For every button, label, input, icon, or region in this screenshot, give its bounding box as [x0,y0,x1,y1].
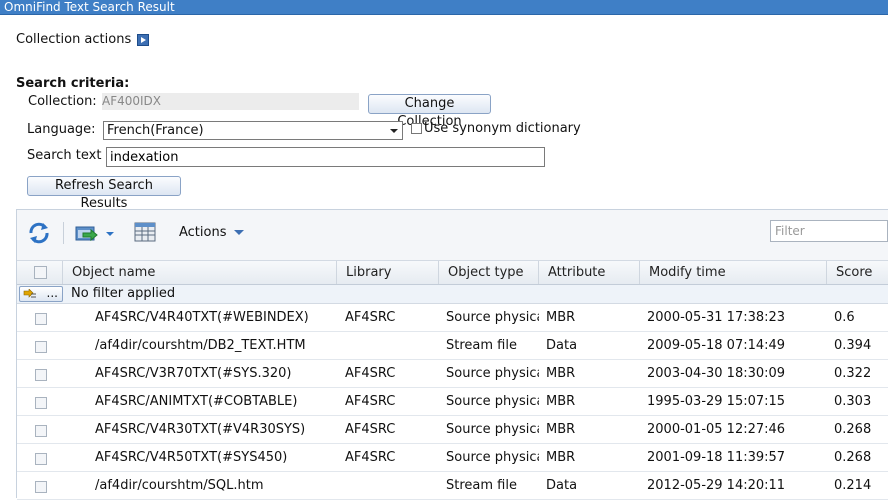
column-header-object-name[interactable]: Object name [62,261,336,284]
library-cell: AF4SRC [345,366,396,381]
synonym-label: Use synonym dictionary [424,121,581,136]
actions-label: Actions [179,225,227,240]
column-header-library[interactable]: Library [336,261,438,284]
collection-actions-arrow-icon[interactable] [137,33,150,46]
object-type-cell: Source physica [446,366,539,381]
object-name-cell: AF4SRC/V4R50TXT(#SYS450) [95,450,288,465]
search-criteria-title: Search criteria: [16,76,130,91]
collection-actions-label: Collection actions [16,32,132,47]
score-cell: 0.394 [834,338,872,353]
column-header-attribute[interactable]: Attribute [538,261,639,284]
attribute-cell: Data [546,478,578,493]
attribute-cell: MBR [546,366,576,381]
object-name-cell: AF4SRC/V3R70TXT(#SYS.320) [95,366,292,381]
object-name-cell: /af4dir/courshtm/SQL.htm [95,478,264,493]
row-checkbox[interactable] [35,341,47,353]
table-row[interactable]: AF4SRC/V4R30TXT(#V4R30SYS) AF4SRC Source p… [17,416,888,444]
search-text-label: Search text [27,148,102,163]
modify-time-cell: 1995-03-29 15:07:15 [647,394,786,409]
row-checkbox[interactable] [35,313,47,325]
table-settings-icon[interactable] [134,222,158,248]
synonym-checkbox[interactable] [411,123,422,134]
object-name-cell: AF4SRC/ANIMTXT(#COBTABLE) [95,394,298,409]
filter-status-row: ... No filter applied [17,285,888,304]
change-collection-button[interactable]: Change Collection [368,94,491,129]
filter-status-text: No filter applied [71,286,176,301]
table-row[interactable]: AF4SRC/ANIMTXT(#COBTABLE) AF4SRC Source ph… [17,388,888,416]
object-type-cell: Source physica [446,422,539,437]
modify-time-cell: 2003-04-30 18:30:09 [647,366,786,381]
attribute-cell: MBR [546,450,576,465]
filter-input[interactable]: Filter [770,220,888,242]
score-cell: 0.6 [834,310,855,325]
object-name-cell: AF4SRC/V4R30TXT(#V4R30SYS) [95,422,306,437]
filter-button-label: ... [46,286,58,300]
table-row[interactable]: /af4dir/courshtm/SQL.htm Stream file Data 2… [17,472,888,500]
attribute-cell: MBR [546,422,576,437]
refresh-icon[interactable] [27,222,51,248]
search-text-input[interactable] [106,147,545,167]
object-type-cell: Source physica [446,450,539,465]
toolbar-separator [63,222,64,244]
column-header-modify-time[interactable]: Modify time [639,261,826,284]
score-cell: 0.214 [834,478,872,493]
column-header-object-type[interactable]: Object type [438,261,538,284]
attribute-cell: MBR [546,394,576,409]
row-checkbox[interactable] [35,425,47,437]
actions-menu[interactable]: Actions [179,225,244,240]
score-cell: 0.268 [834,450,872,465]
attribute-cell: Data [546,338,578,353]
score-cell: 0.322 [834,366,872,381]
language-label: Language: [27,122,96,137]
modify-time-cell: 2000-01-05 12:27:46 [647,422,786,437]
row-checkbox[interactable] [35,397,47,409]
modify-time-cell: 2000-05-31 17:38:23 [647,310,786,325]
language-select[interactable]: French(France) [103,121,403,140]
window-title: OmniFind Text Search Result [0,0,888,15]
attribute-cell: MBR [546,310,576,325]
table-row[interactable]: /af4dir/courshtm/DB2_TEXT.HTM Stream file… [17,332,888,360]
chevron-down-icon [390,129,398,133]
row-checkbox[interactable] [35,481,47,493]
filter-options-button[interactable]: ... [19,286,63,302]
library-cell: AF4SRC [345,422,396,437]
table-header: Object name Library Object type Attribut… [17,260,888,285]
row-checkbox[interactable] [35,453,47,465]
modify-time-cell: 2009-05-18 07:14:49 [647,338,786,353]
collection-value: AF400IDX [102,93,359,110]
synonym-option: Use synonym dictionary [411,121,581,136]
library-cell: AF4SRC [345,450,396,465]
column-header-score[interactable]: Score [826,261,888,284]
collection-label: Collection: [28,94,97,109]
select-all-checkbox[interactable] [34,266,47,279]
row-checkbox[interactable] [35,369,47,381]
modify-time-cell: 2012-05-29 14:20:11 [647,478,786,493]
grid-toolbar: Actions Filter [17,210,888,260]
refresh-search-results-button[interactable]: Refresh Search Results [27,176,181,211]
filter-icon [23,288,37,302]
score-cell: 0.303 [834,394,872,409]
chevron-down-icon [233,230,244,235]
object-type-cell: Source physica [446,310,539,325]
modify-time-cell: 2001-09-18 11:39:57 [647,450,786,465]
export-icon[interactable] [75,224,115,246]
object-type-cell: Stream file [446,338,517,353]
collection-actions-link[interactable]: Collection actions [16,32,150,47]
language-selected-value: French(France) [107,123,204,138]
table-row[interactable]: AF4SRC/V3R70TXT(#SYS.320) AF4SRC Source ph… [17,360,888,388]
library-cell: AF4SRC [345,310,396,325]
object-name-cell: AF4SRC/V4R40TXT(#WEBINDEX) [95,310,309,325]
results-grid: Actions Filter Object name Library Objec… [16,209,888,500]
table-row[interactable]: AF4SRC/V4R50TXT(#SYS450) AF4SRC Source phy… [17,444,888,472]
score-cell: 0.268 [834,422,872,437]
object-type-cell: Source physica [446,394,539,409]
object-name-cell: /af4dir/courshtm/DB2_TEXT.HTM [95,338,306,353]
library-cell: AF4SRC [345,394,396,409]
object-type-cell: Stream file [446,478,517,493]
table-row[interactable]: AF4SRC/V4R40TXT(#WEBINDEX) AF4SRC Source p… [17,304,888,332]
